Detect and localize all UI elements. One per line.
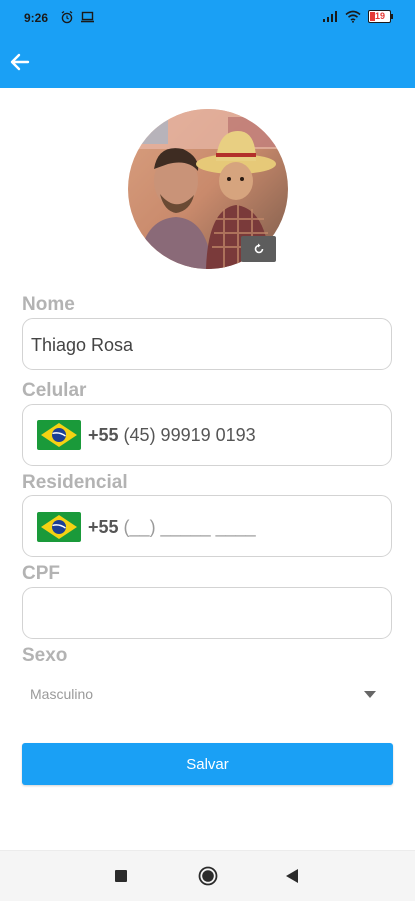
- home-phone-placeholder: (__) _____ ____: [123, 516, 256, 537]
- triangle-back-icon: [286, 869, 298, 883]
- recents-button[interactable]: [114, 869, 128, 888]
- status-time: 9:26: [24, 11, 49, 25]
- brazil-flag-icon[interactable]: [37, 420, 81, 450]
- status-bar: 9:26 19: [0, 0, 415, 36]
- home-phone-label: Residencial: [22, 472, 128, 493]
- gender-selected-value: Masculino: [30, 686, 94, 702]
- signal-icon: [323, 10, 337, 22]
- name-value: Thiago Rosa: [31, 335, 134, 355]
- back-button[interactable]: [6, 48, 34, 76]
- gender-label: Sexo: [22, 645, 68, 666]
- arrow-left-icon: [10, 53, 30, 71]
- status-icons-left: [60, 10, 95, 24]
- profile-photo-area: [128, 109, 288, 269]
- circle-icon: [198, 866, 218, 886]
- wifi-icon: [345, 10, 361, 23]
- square-icon: [115, 870, 127, 882]
- brazil-flag-icon[interactable]: [37, 512, 81, 542]
- home-country-code: +55: [88, 516, 119, 537]
- name-label: Nome: [22, 294, 75, 315]
- status-icons-right: 19: [322, 10, 393, 23]
- cpf-field[interactable]: [22, 587, 392, 639]
- name-field[interactable]: Thiago Rosa: [22, 318, 392, 370]
- rotate-icon: [254, 243, 263, 254]
- mobile-country-code: +55: [88, 424, 119, 445]
- battery-icon: 19: [368, 10, 393, 23]
- system-back-button[interactable]: [285, 868, 299, 889]
- system-nav-bar: [0, 850, 415, 901]
- caret-down-icon: [364, 691, 376, 698]
- save-button[interactable]: Salvar: [22, 743, 393, 785]
- mobile-number: (45) 99919 0193: [123, 424, 256, 445]
- alarm-icon: [61, 10, 73, 24]
- home-phone-row: +55 (__) _____ ____: [37, 512, 256, 542]
- home-button[interactable]: [198, 866, 218, 891]
- gender-select[interactable]: Masculino: [22, 676, 392, 714]
- rotate-photo-button[interactable]: [241, 236, 276, 262]
- mobile-label: Celular: [22, 380, 87, 401]
- cpf-label: CPF: [22, 563, 60, 584]
- laptop-icon: [81, 11, 94, 23]
- mobile-phone-row: +55 (45) 99919 0193: [37, 420, 256, 450]
- home-phone-field[interactable]: +55 (__) _____ ____: [22, 495, 392, 557]
- app-bar: [0, 36, 415, 88]
- mobile-field[interactable]: +55 (45) 99919 0193: [22, 404, 392, 466]
- battery-level: 19: [375, 11, 386, 21]
